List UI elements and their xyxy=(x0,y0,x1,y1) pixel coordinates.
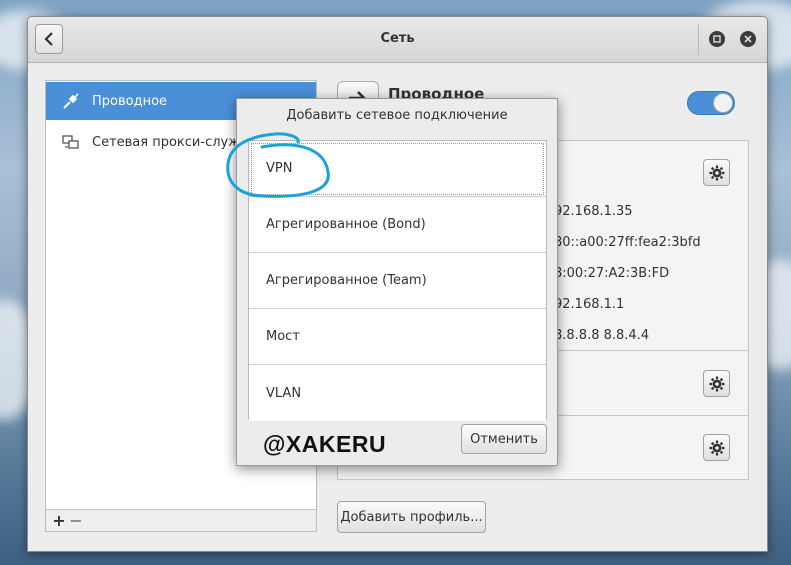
add-connection-dialog: Добавить сетевое подключение VPN Агрегир… xyxy=(236,98,558,466)
ipv4-address-value: 92.168.1.35 xyxy=(554,204,633,219)
sidebar-item-label: Проводное xyxy=(92,93,168,109)
network-proxy-icon xyxy=(62,133,80,151)
hardware-address-value: 8:00:27:A2:3B:FD xyxy=(554,266,670,281)
toggle-knob xyxy=(713,93,733,113)
connection-type-vpn[interactable]: VPN xyxy=(249,141,546,197)
sidebar-item-label: Сетевая прокси-служ xyxy=(92,134,240,150)
gear-icon xyxy=(709,440,724,455)
dns-value: 8.8.8.8 8.8.4.4 xyxy=(554,328,650,343)
profile-settings-button[interactable] xyxy=(703,370,730,397)
restore-button[interactable] xyxy=(709,31,725,47)
connection-type-list: VPN Агрегированное (Bond) Агрегированное… xyxy=(248,140,547,421)
profile-settings-button[interactable] xyxy=(703,159,730,186)
connection-type-bond[interactable]: Агрегированное (Bond) xyxy=(249,197,546,253)
cancel-button[interactable]: Отменить xyxy=(461,424,547,454)
sidebar-toolbar: + − xyxy=(46,509,316,531)
titlebar: Сеть xyxy=(28,17,767,63)
restore-icon xyxy=(713,35,721,43)
watermark-logo: @XAKERU xyxy=(263,431,387,457)
connection-type-team[interactable]: Агрегированное (Team) xyxy=(249,253,546,309)
close-icon xyxy=(744,35,752,43)
titlebar-separator xyxy=(698,25,699,55)
connection-type-bridge[interactable]: Мост xyxy=(249,309,546,365)
close-button[interactable] xyxy=(740,31,756,47)
default-route-value: 92.168.1.1 xyxy=(554,297,625,312)
add-profile-button[interactable]: Добавить профиль... xyxy=(337,501,486,533)
window-title: Сеть xyxy=(380,31,415,46)
gear-icon xyxy=(709,376,724,391)
gear-icon xyxy=(709,165,724,180)
remove-connection-button[interactable]: − xyxy=(68,513,84,529)
network-wired-icon xyxy=(62,92,80,110)
wired-toggle-switch[interactable] xyxy=(687,91,735,115)
profile-settings-button[interactable] xyxy=(703,434,730,461)
dialog-title: Добавить сетевое подключение xyxy=(286,108,508,123)
add-connection-button[interactable]: + xyxy=(51,513,67,529)
ipv6-address-value: 80::a00:27ff:fea2:3bfd xyxy=(554,235,701,250)
connection-type-vlan[interactable]: VLAN xyxy=(249,365,546,421)
